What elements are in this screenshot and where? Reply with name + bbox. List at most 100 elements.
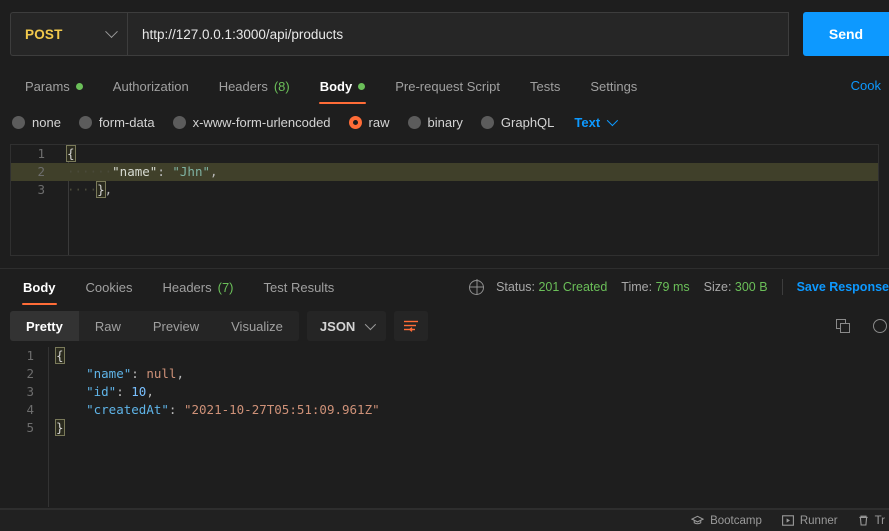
radio-icon bbox=[78, 115, 92, 129]
response-tab-bar: Body Cookies Headers (7) Test Results St… bbox=[0, 269, 889, 305]
body-type-graphql-label: GraphQL bbox=[500, 114, 555, 130]
radio-icon bbox=[12, 115, 25, 129]
footer-trash-label: Tr bbox=[874, 514, 885, 527]
response-format-label: JSON bbox=[319, 318, 356, 334]
tab-settings[interactable]: Settings bbox=[575, 68, 652, 104]
footer-trash[interactable]: Tr bbox=[858, 515, 885, 527]
status-bar: Bootcamp Runner Tr bbox=[0, 509, 889, 531]
body-type-none-label: none bbox=[32, 114, 61, 130]
globe-icon bbox=[469, 279, 485, 295]
chevron-down-icon bbox=[365, 318, 377, 331]
body-type-raw-label: raw bbox=[368, 114, 390, 130]
raw-format-dropdown[interactable]: Text bbox=[574, 114, 619, 130]
status-badge: Status: 201 Created bbox=[496, 280, 607, 294]
body-type-form-data[interactable]: form-data bbox=[78, 114, 155, 130]
tab-body-label: Body bbox=[319, 78, 353, 94]
response-tab-cookies-label: Cookies bbox=[85, 279, 133, 295]
response-tab-body-label: Body bbox=[23, 279, 56, 295]
size-value: 300 B bbox=[734, 280, 768, 294]
response-tab-cookies[interactable]: Cookies bbox=[71, 269, 148, 305]
body-type-none[interactable]: none bbox=[12, 115, 61, 130]
response-tab-headers-label: Headers bbox=[162, 279, 212, 295]
json-string-value: "2021-10-27T05:51:09.961Z" bbox=[183, 402, 380, 417]
http-method-dropdown[interactable]: POST bbox=[10, 12, 128, 56]
json-key: "createdAt" bbox=[86, 402, 169, 417]
tab-headers[interactable]: Headers (8) bbox=[204, 68, 305, 104]
tab-body[interactable]: Body bbox=[305, 68, 381, 104]
send-button[interactable]: Send bbox=[803, 12, 889, 56]
json-key: "name" bbox=[86, 366, 132, 381]
tab-authorization[interactable]: Authorization bbox=[98, 68, 204, 104]
response-tab-test-results-label: Test Results bbox=[263, 279, 335, 295]
chevron-down-icon bbox=[606, 114, 619, 127]
tab-params-label: Params bbox=[25, 78, 70, 94]
line-number: 2 bbox=[26, 366, 34, 381]
response-code-line: 1 { bbox=[0, 347, 889, 365]
response-view-mode-group: Pretty Raw Preview Visualize bbox=[10, 311, 299, 341]
request-code-line: 1 { bbox=[11, 145, 878, 163]
line-number: 3 bbox=[26, 384, 34, 399]
body-type-raw[interactable]: raw bbox=[348, 114, 390, 130]
url-input[interactable]: http://127.0.0.1:3000/api/products bbox=[127, 12, 789, 56]
body-type-binary-label: binary bbox=[427, 114, 463, 130]
tab-tests-label: Tests bbox=[529, 78, 561, 94]
line-number: 3 bbox=[37, 182, 45, 197]
response-tab-headers[interactable]: Headers (7) bbox=[147, 269, 248, 305]
view-mode-preview[interactable]: Preview bbox=[137, 311, 215, 341]
copy-icon[interactable] bbox=[836, 318, 851, 334]
tab-headers-count: (8) bbox=[273, 78, 290, 94]
response-view-toolbar: Pretty Raw Preview Visualize JSON bbox=[0, 305, 889, 347]
tab-tests[interactable]: Tests bbox=[515, 68, 575, 104]
body-type-graphql[interactable]: GraphQL bbox=[480, 114, 555, 130]
response-format-dropdown[interactable]: JSON bbox=[306, 311, 387, 341]
size-label: Size: bbox=[703, 280, 732, 294]
trash-icon bbox=[858, 515, 868, 526]
time-badge: Time: 79 ms bbox=[621, 280, 689, 294]
play-square-icon bbox=[781, 515, 794, 526]
body-type-binary[interactable]: binary bbox=[407, 114, 463, 130]
line-content: "name": null, bbox=[86, 366, 184, 381]
footer-bootcamp[interactable]: Bootcamp bbox=[691, 515, 762, 527]
response-tab-test-results[interactable]: Test Results bbox=[249, 269, 350, 305]
request-body-editor[interactable]: 1 { 2 ······"name": "Jhn", 3 ····}, bbox=[10, 144, 879, 256]
response-meta-bar: Status: 201 Created Time: 79 ms Size: 30… bbox=[469, 269, 889, 305]
radio-selected-icon bbox=[348, 115, 362, 129]
time-label: Time: bbox=[621, 280, 653, 294]
view-mode-raw[interactable]: Raw bbox=[79, 311, 137, 341]
radio-icon bbox=[172, 115, 186, 129]
save-response-button[interactable]: Save Response bbox=[797, 280, 889, 294]
footer-runner[interactable]: Runner bbox=[781, 515, 838, 527]
tab-headers-label: Headers bbox=[218, 78, 268, 94]
response-tab-body[interactable]: Body bbox=[8, 269, 71, 305]
json-key: "name" bbox=[112, 164, 158, 179]
body-type-urlencoded[interactable]: x-www-form-urlencoded bbox=[172, 114, 331, 130]
request-tab-bar: Params Authorization Headers (8) Body Pr… bbox=[0, 68, 889, 104]
line-number: 4 bbox=[26, 402, 34, 417]
tab-pre-request-script[interactable]: Pre-request Script bbox=[380, 68, 515, 104]
view-mode-visualize[interactable]: Visualize bbox=[215, 311, 299, 341]
body-type-form-data-label: form-data bbox=[98, 114, 155, 130]
indent-dots: ···· bbox=[67, 182, 98, 197]
tab-params[interactable]: Params bbox=[10, 68, 98, 104]
json-key: "id" bbox=[86, 384, 117, 399]
radio-icon bbox=[480, 115, 494, 129]
cookies-link[interactable]: Cook bbox=[851, 78, 881, 93]
search-icon[interactable] bbox=[873, 319, 887, 333]
json-null-value: null bbox=[146, 366, 177, 381]
status-value: 201 Created bbox=[538, 280, 608, 294]
line-content: ····}, bbox=[67, 181, 113, 198]
request-url-bar: POST http://127.0.0.1:3000/api/products … bbox=[0, 0, 889, 68]
view-mode-pretty[interactable]: Pretty bbox=[10, 311, 79, 341]
http-method-label: POST bbox=[25, 26, 63, 42]
raw-format-label: Text bbox=[574, 114, 601, 130]
indent-dots: ······ bbox=[67, 164, 113, 179]
tab-authorization-label: Authorization bbox=[112, 78, 189, 94]
request-code-line-active: 2 ······"name": "Jhn", bbox=[11, 163, 878, 181]
graduation-cap-icon bbox=[691, 515, 705, 525]
response-body-viewer[interactable]: 1 { 2 "name": null, 3 "id": 10, 4 "creat… bbox=[0, 347, 889, 507]
word-wrap-button[interactable] bbox=[394, 311, 429, 341]
line-content: ······"name": "Jhn", bbox=[67, 164, 218, 179]
response-code-line: 5 } bbox=[0, 419, 889, 437]
body-type-urlencoded-label: x-www-form-urlencoded bbox=[192, 114, 331, 130]
request-code-line: 3 ····}, bbox=[11, 181, 878, 199]
